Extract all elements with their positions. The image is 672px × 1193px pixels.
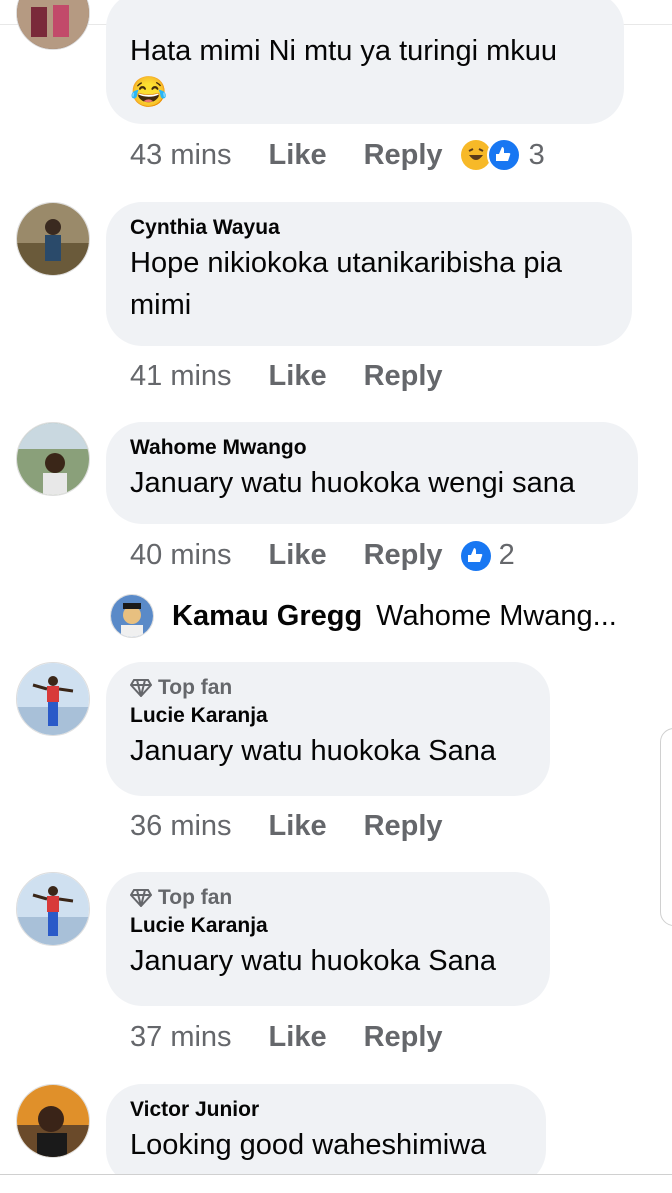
top-fan-badge: Top fan [130,674,526,702]
diamond-icon [130,889,152,907]
like-button[interactable]: Like [269,539,327,572]
comment-time[interactable]: 36 mins [130,810,232,843]
comment-bubble[interactable]: Top fan Lucie Karanja January watu huoko… [106,872,550,1006]
like-button[interactable]: Like [269,1021,327,1054]
comment-time[interactable]: 43 mins [130,139,232,172]
commenter-name[interactable]: Victor Junior [130,1096,522,1124]
comment-actions: 41 mins Like Reply [130,360,443,393]
comment-text: Hope nikiokoka utanikaribisha pia mimi [130,247,563,321]
avatar[interactable] [16,872,90,946]
reply-preview-text: Wahome Mwang... [376,599,617,632]
reply-button[interactable]: Reply [364,810,443,843]
reactions-summary[interactable]: 2 [460,539,515,572]
top-fan-label: Top fan [158,676,233,699]
comment-time[interactable]: 41 mins [130,360,232,393]
comment-actions: 37 mins Like Reply [130,1021,443,1054]
comment-input-bar[interactable] [0,1174,672,1193]
comment-time[interactable]: 40 mins [130,539,232,572]
comment-text: January watu huokoka Sana [130,945,496,977]
top-fan-label: Top fan [158,886,233,909]
top-fan-badge: Top fan [130,884,526,912]
side-panel-edge[interactable] [660,728,672,926]
like-button[interactable]: Like [269,360,327,393]
reply-preview[interactable]: Kamau Gregg Wahome Mwang... [110,594,617,638]
like-button[interactable]: Like [269,139,327,172]
comment-text: January watu huokoka Sana [130,735,496,767]
reply-button[interactable]: Reply [364,1021,443,1054]
comment-bubble[interactable]: Cynthia Wayua Hope nikiokoka utanikaribi… [106,202,632,346]
like-reaction-icon [460,540,491,571]
comment-bubble[interactable]: Hata mimi Ni mtu ya turingi mkuu 😂 [106,0,624,124]
comment-actions: 40 mins Like Reply 2 [130,539,515,572]
commenter-name[interactable]: Cynthia Wayua [130,214,608,242]
commenter-name[interactable]: Lucie Karanja [130,912,526,940]
comment-bubble[interactable]: Wahome Mwango January watu huokoka wengi… [106,422,638,524]
avatar[interactable] [16,1084,90,1158]
reaction-count: 2 [498,539,515,571]
commenter-name[interactable]: Lucie Karanja [130,702,526,730]
avatar[interactable] [16,662,90,736]
reply-button[interactable]: Reply [364,139,443,172]
comment-bubble[interactable]: Victor Junior Looking good waheshimiwa [106,1084,546,1186]
like-reaction-icon [486,138,521,172]
avatar [110,594,154,638]
avatar[interactable] [16,422,90,496]
avatar[interactable] [16,0,90,50]
comment-text: January watu huokoka wengi sana [130,467,575,499]
reactions-summary[interactable]: 3 [460,138,545,172]
reply-button[interactable]: Reply [364,539,443,572]
comment-actions: 43 mins Like Reply 3 [130,138,545,172]
comment-text: Hata mimi Ni mtu ya turingi mkuu [130,35,558,67]
haha-emoji: 😂 [130,76,168,109]
like-button[interactable]: Like [269,810,327,843]
comment-text: Looking good waheshimiwa [130,1129,487,1161]
commenter-name[interactable]: Wahome Mwango [130,434,614,462]
comment-actions: 36 mins Like Reply [130,810,443,843]
reply-author-name[interactable]: Kamau Gregg [172,600,362,633]
reaction-count: 3 [528,138,545,171]
comment-time[interactable]: 37 mins [130,1021,232,1054]
comment-bubble[interactable]: Top fan Lucie Karanja January watu huoko… [106,662,550,796]
reply-button[interactable]: Reply [364,360,443,393]
diamond-icon [130,679,152,697]
avatar[interactable] [16,202,90,276]
